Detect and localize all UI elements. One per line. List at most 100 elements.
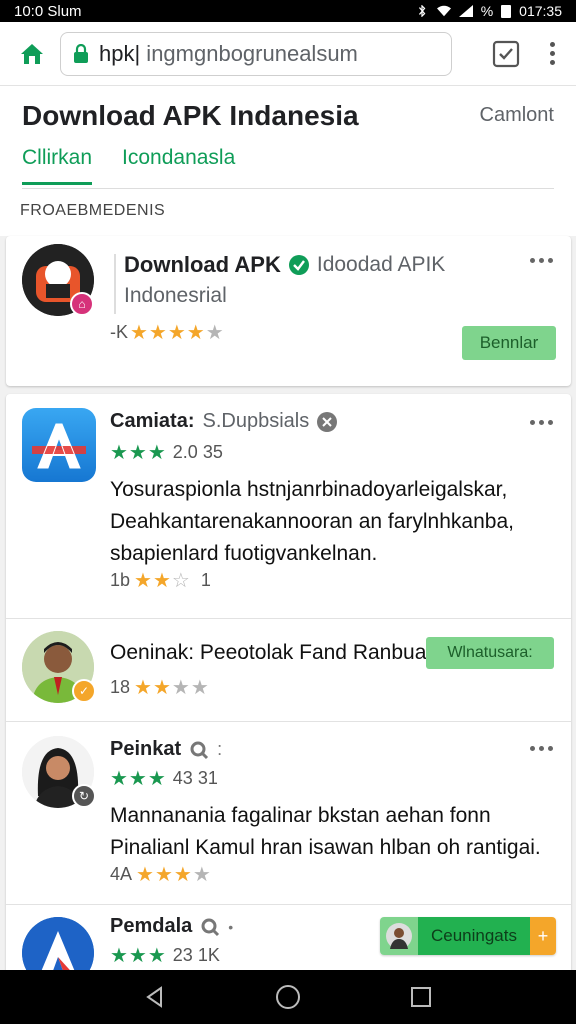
list-item[interactable]: Pemdala • ★★★ 23 1K Ceuningats +: [6, 905, 571, 974]
item-title-row: Pemdala •: [110, 915, 233, 938]
item-title-row: Camiata: S.Dupbsials: [110, 410, 338, 433]
tab-first[interactable]: Cllirkan: [22, 146, 93, 185]
featured-app-name: Download APK: [124, 252, 281, 277]
letter-a-icon: [32, 423, 86, 469]
home-nav-icon[interactable]: [274, 983, 302, 1011]
app-icon-a: [22, 408, 96, 482]
status-clock: 017:35: [519, 3, 562, 19]
lock-icon: [74, 43, 88, 63]
tab-bar: Cllirkan Icondanasla: [22, 146, 235, 185]
url-path: ingmgnbogrunealsum: [140, 40, 358, 66]
desc-line: Mannanania fagalinar bkstan aehan fonn: [110, 804, 491, 827]
browser-menu-icon[interactable]: [546, 42, 558, 65]
featured-title-row: Download APK Idoodad APIK: [124, 252, 445, 278]
featured-app-card[interactable]: ⌂ Download APK Idoodad APIK Indonesrial …: [6, 236, 571, 386]
system-nav-bar: [0, 970, 576, 1024]
featured-stars: ★★★★★: [130, 322, 225, 344]
item-title-row: Peinkat :: [110, 738, 222, 761]
verified-icon: [288, 255, 309, 275]
item-name: Oeninak: Peeotolak Fand Ranbuan: [110, 641, 439, 664]
item-action-button[interactable]: Wlnatusara:: [426, 637, 554, 669]
desc-line: Pinalianl Kamul hran isawan hlban oh ran…: [110, 836, 541, 859]
recents-icon[interactable]: [409, 985, 433, 1009]
plus-icon: +: [530, 917, 556, 955]
page-title: Download APK Indanesia: [22, 100, 359, 131]
list-item[interactable]: ↻ Peinkat : ★★★ 43 31 Mannanania fagalin…: [6, 722, 571, 904]
close-circle-icon: [317, 411, 338, 432]
person-badge-icon: ↻: [72, 784, 96, 808]
item-meta-prefix: 1b: [110, 570, 131, 590]
separator-dot-icon: •: [228, 918, 234, 935]
item-meta: 18 ★★★★: [110, 675, 210, 700]
item-sub: S.Dupbsials: [202, 410, 310, 432]
featured-badge-icon: ⌂: [70, 292, 94, 316]
home-icon: [21, 43, 43, 64]
checkbox-icon[interactable]: [492, 40, 520, 68]
signal-icon: [458, 5, 473, 17]
section-label: FROAEBMEDENIS: [20, 202, 166, 219]
battery-icon: [501, 4, 512, 18]
bluetooth-icon: [418, 5, 426, 17]
featured-divider: [114, 254, 116, 314]
separator-dot-icon: :: [217, 739, 223, 759]
item-meta-stars: ★★★★: [134, 677, 210, 699]
item-rating-text: 43 31: [172, 768, 218, 788]
item-more-icon[interactable]: [530, 746, 553, 751]
person-icon: [386, 923, 412, 949]
app-avatar: [22, 917, 94, 974]
item-stars: ★★★: [110, 768, 167, 790]
item-rating: ★★★ 2.0 35: [110, 440, 223, 465]
item-rating: ★★★ 43 31: [110, 766, 218, 791]
item-name: Peinkat: [110, 738, 182, 760]
status-icons: % 017:35: [415, 3, 562, 19]
arrow-logo-icon: [22, 917, 94, 974]
url-text: hpk| ingmgnbogrunealsum: [99, 41, 358, 67]
tab-second[interactable]: Icondanasla: [122, 146, 235, 185]
featured-app-sub-line2: Indonesrial: [124, 284, 227, 307]
desc-line: sbapienlard fuotigvankelnan.: [110, 542, 378, 565]
item-stars: ★★★: [110, 945, 167, 967]
item-action-button[interactable]: Ceuningats +: [380, 917, 556, 955]
item-description: Mannanania fagalinar bkstan aehan fonn P…: [110, 800, 560, 864]
list-item[interactable]: Camiata: S.Dupbsials ★★★ 2.0 35 Yosurasp…: [6, 394, 571, 618]
header-action-link[interactable]: Camlont: [480, 104, 554, 127]
item-meta: 1b ★★☆ 1: [110, 568, 211, 593]
item-rating-text: 2.0 35: [172, 442, 223, 462]
item-rating-text: 23 1K: [172, 945, 220, 965]
status-time: 10:0 Slum: [14, 2, 82, 20]
url-host: hpk|: [99, 40, 141, 66]
item-meta-stars: ★★☆: [134, 570, 191, 592]
status-bar: 10:0 Slum % 017:35: [0, 0, 576, 22]
list-item[interactable]: ✓ Oeninak: Peeotolak Fand Ranbuan Wlnatu…: [6, 619, 571, 721]
item-more-icon[interactable]: [530, 420, 553, 425]
item-name: Camiata:: [110, 410, 195, 432]
item-name: Pemdala: [110, 915, 193, 937]
featured-rating-prefix: -K: [110, 322, 128, 342]
button-avatar: [380, 917, 418, 955]
browser-toolbar: hpk| ingmgnbogrunealsum: [0, 22, 576, 86]
desc-line: Yosuraspionla hstnjanrbinadoyarleigalska…: [110, 478, 508, 501]
featured-more-icon[interactable]: [530, 258, 553, 263]
tab-divider: [22, 188, 554, 189]
item-meta-stars: ★★★★: [136, 864, 212, 886]
wifi-icon: [436, 5, 451, 17]
item-rating: ★★★ 23 1K: [110, 943, 220, 968]
item-meta-suffix: 1: [200, 570, 211, 590]
url-bar[interactable]: hpk| ingmgnbogrunealsum: [60, 31, 452, 76]
featured-rating: -K ★★★★★: [110, 320, 225, 345]
item-stars: ★★★: [110, 442, 167, 464]
search-icon: [190, 741, 209, 759]
button-label: Ceuningats: [418, 917, 530, 955]
item-meta: 4A ★★★★: [110, 862, 212, 887]
featured-action-button[interactable]: Bennlar: [462, 326, 556, 360]
page-header: Download APK Indanesia Camlont Cllirkan …: [0, 86, 576, 236]
person-badge-icon: ✓: [72, 679, 96, 703]
featured-app-sub: Idoodad APIK: [316, 253, 446, 276]
app-list: Camiata: S.Dupbsials ★★★ 2.0 35 Yosurasp…: [6, 394, 571, 974]
item-description: Yosuraspionla hstnjanrbinadoyarleigalska…: [110, 474, 560, 570]
home-button[interactable]: [12, 34, 52, 74]
item-meta-prefix: 4A: [110, 864, 133, 884]
back-icon[interactable]: [143, 985, 167, 1009]
item-meta-prefix: 18: [110, 677, 131, 697]
desc-line: Deahkantarenakannooran an farylnhkanba,: [110, 510, 514, 533]
